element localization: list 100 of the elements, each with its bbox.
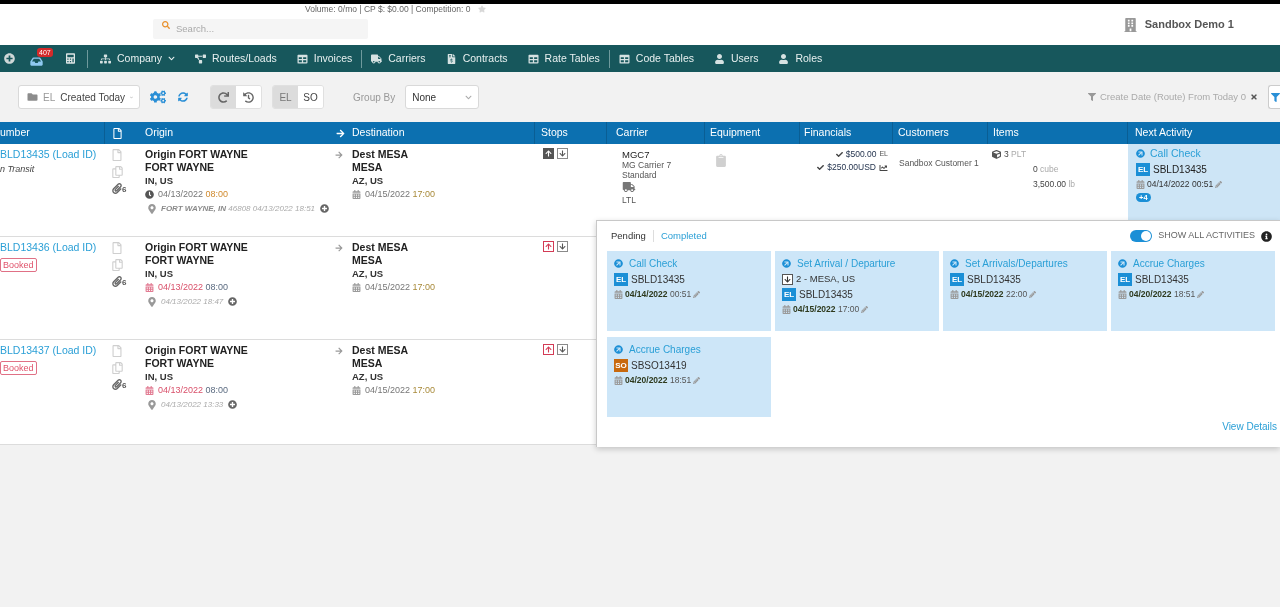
clipboard-icon xyxy=(715,154,727,167)
location-text: 04/13/2022 18:47 xyxy=(161,296,224,307)
filter-text: Create Date (Route) From Today 0 xyxy=(1099,89,1246,104)
city-text: FORT WAYNE xyxy=(145,357,216,370)
info-icon[interactable] xyxy=(1261,230,1272,242)
redo-button[interactable] xyxy=(211,86,236,108)
filter-icon xyxy=(1087,93,1096,101)
doc-id-text: SBSO13419 xyxy=(631,359,687,372)
building-icon xyxy=(1123,17,1137,32)
inbox-icon[interactable] xyxy=(30,55,43,67)
paperclip-icon[interactable] xyxy=(112,183,122,194)
mode-text: LTL xyxy=(622,195,637,205)
calendar-icon xyxy=(1136,180,1145,189)
calendar-icon xyxy=(614,290,623,299)
search-field[interactable]: Search... xyxy=(153,18,368,39)
map-pin-icon xyxy=(148,203,156,214)
nav-item[interactable]: Contracts xyxy=(445,50,508,67)
date-time-text: 04/14/2022 00:51 xyxy=(625,289,692,300)
amount-text: $500.00 xyxy=(845,149,877,160)
status-badge: Booked xyxy=(0,258,37,272)
doc-id-text: SBLD13435 xyxy=(1135,273,1189,286)
check-icon xyxy=(817,164,825,171)
down-arrow-icon[interactable] xyxy=(557,344,568,355)
up-arrow-icon[interactable] xyxy=(543,148,554,159)
settings-icon[interactable] xyxy=(150,90,166,104)
activity-card[interactable]: Set Arrival / Departure 2 - MESA, US EL SBLD13435 04/15/2022 17:00 xyxy=(775,251,939,331)
view-select[interactable]: EL Created Today xyxy=(18,85,140,109)
truck-icon xyxy=(371,53,383,64)
nav-item[interactable]: Users xyxy=(714,50,759,67)
nav-item[interactable]: Carriers xyxy=(371,50,426,67)
nav-item[interactable]: Rate Tables xyxy=(527,50,600,67)
dollar-document-icon xyxy=(445,53,457,64)
star-icon[interactable] xyxy=(478,5,487,13)
column-header: Destination xyxy=(352,125,405,141)
doc-id-text: SBLD13435 xyxy=(631,273,685,286)
calculator-icon[interactable] xyxy=(66,53,75,64)
paperclip-icon[interactable] xyxy=(112,379,122,390)
city-text: MESA xyxy=(352,357,384,370)
activity-card[interactable]: Set Arrivals/Departures EL SBLD13435 04/15/2022 22:00 xyxy=(943,251,1107,331)
up-arrow-icon[interactable] xyxy=(543,241,554,252)
chevron-down-icon xyxy=(465,93,473,101)
attachment-count: 6 xyxy=(122,279,127,287)
cube-icon xyxy=(992,150,1001,159)
paperclip-icon[interactable] xyxy=(112,276,122,287)
grid-icon xyxy=(618,53,630,64)
group-by-select[interactable]: None xyxy=(405,85,480,109)
activity-card[interactable]: Accrue Charges SO SBSO13419 04/20/2022 18:51 xyxy=(607,337,771,417)
nav-item[interactable]: Routes/Loads xyxy=(194,50,277,67)
date-time-text: 04/15/2022 17:00 xyxy=(365,188,436,200)
doc-type-badge: EL xyxy=(782,288,796,301)
refresh-icon[interactable] xyxy=(178,92,188,102)
toggle-switch[interactable] xyxy=(1130,230,1153,242)
attachment-count: 6 xyxy=(122,186,127,194)
attachment-count: 6 xyxy=(122,382,127,390)
org-chart-icon xyxy=(100,53,111,64)
history-button[interactable] xyxy=(236,86,261,108)
nav-item[interactable]: Company xyxy=(100,50,175,67)
up-arrow-icon[interactable] xyxy=(543,344,554,355)
tab[interactable]: Pending xyxy=(611,230,646,242)
carrier-code: MGC7 xyxy=(622,149,650,160)
stop-text: 2 - MESA, US xyxy=(796,273,856,285)
activity-card[interactable]: Accrue Charges EL SBLD13435 04/20/2022 18:51 xyxy=(1111,251,1275,331)
column-header: Origin xyxy=(145,125,173,141)
user-icon xyxy=(714,53,725,64)
region-text: IN, US xyxy=(145,174,174,187)
filter-icon xyxy=(1271,92,1280,102)
doc-type-toggle[interactable]: SO xyxy=(298,86,323,108)
region-text: IN, US xyxy=(145,267,174,280)
status-text: n Transit xyxy=(0,163,35,176)
add-icon[interactable] xyxy=(4,53,15,64)
account-name[interactable]: Sandbox Demo 1 xyxy=(1144,16,1234,33)
search-icon xyxy=(162,21,170,29)
date-time-text: 04/13/2022 08:00 xyxy=(158,188,229,200)
activity-card[interactable]: Call Check EL SBLD13435 04/14/2022 00:51 xyxy=(607,251,771,331)
activity-title: Set Arrival / Departure xyxy=(797,257,896,270)
redo-icon xyxy=(218,91,229,103)
down-arrow-icon[interactable] xyxy=(557,148,568,159)
city-text: MESA xyxy=(352,254,384,267)
origin-name: Origin FORT WAYNE xyxy=(145,148,249,161)
nav-item[interactable]: Code Tables xyxy=(618,50,694,67)
date-time-text: 04/15/2022 17:00 xyxy=(365,384,436,396)
doc-type-badge: EL xyxy=(1136,163,1150,176)
down-arrow-icon[interactable] xyxy=(557,241,568,252)
history-icon xyxy=(243,91,254,103)
destination-name: Dest MESA xyxy=(352,241,409,254)
nav-item[interactable]: Invoices xyxy=(296,50,353,67)
city-text: MESA xyxy=(352,161,384,174)
nav-item[interactable]: Roles xyxy=(778,50,823,67)
column-header: umber xyxy=(0,125,30,141)
origin-name: Origin FORT WAYNE xyxy=(145,344,249,357)
location-text: FORT WAYNE, IN 46808 04/13/2022 18:51 xyxy=(161,203,316,214)
close-icon[interactable] xyxy=(1250,93,1258,101)
doc-type-badge: EL xyxy=(614,273,628,286)
filter-button[interactable] xyxy=(1268,85,1280,109)
status-badge: Booked xyxy=(0,361,37,375)
arrow-right-icon xyxy=(335,347,343,355)
city-text: FORT WAYNE xyxy=(145,161,216,174)
activity-title: Accrue Charges xyxy=(1133,257,1205,270)
calendar-icon xyxy=(1118,290,1127,299)
column-header: Equipment xyxy=(710,125,761,141)
